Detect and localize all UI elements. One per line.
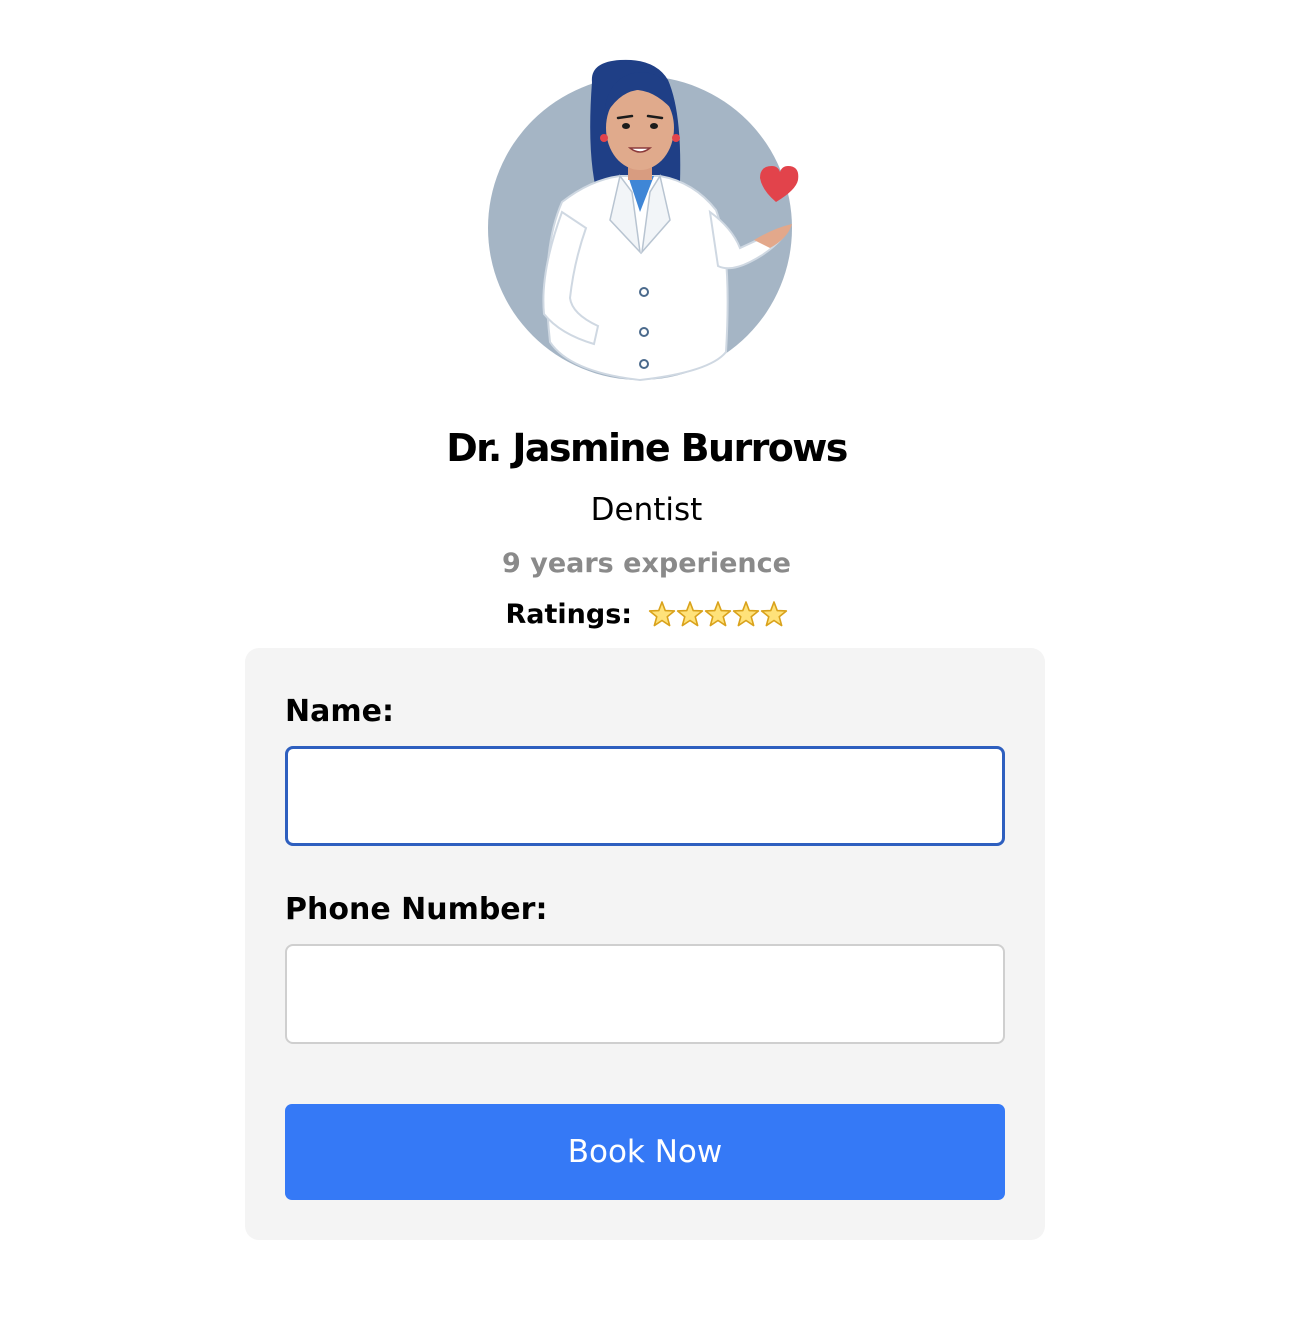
- name-input[interactable]: [285, 746, 1005, 846]
- phone-label: Phone Number:: [285, 892, 548, 927]
- doctor-avatar-illustration-icon: [488, 59, 799, 382]
- star-icon: [648, 601, 675, 627]
- star-icon: [704, 601, 731, 627]
- doctor-experience: 9 years experience: [502, 548, 791, 579]
- phone-input[interactable]: [285, 944, 1005, 1044]
- star-icon: [676, 601, 703, 627]
- ratings-label: Ratings:: [505, 599, 633, 630]
- star-icon: [732, 601, 759, 627]
- booking-form: Name: Phone Number: Book Now: [245, 648, 1045, 1240]
- book-now-button[interactable]: Book Now: [285, 1104, 1005, 1200]
- doctor-avatar: [470, 52, 810, 384]
- rating-stars-graphic: [648, 601, 787, 627]
- doctor-name: Dr. Jasmine Burrows: [446, 426, 848, 470]
- doctor-specialty: Dentist: [590, 492, 703, 528]
- ratings-row: Ratings:: [0, 597, 1293, 633]
- name-label: Name:: [285, 694, 394, 729]
- star-icon: [760, 601, 787, 627]
- rating-stars: [648, 600, 788, 628]
